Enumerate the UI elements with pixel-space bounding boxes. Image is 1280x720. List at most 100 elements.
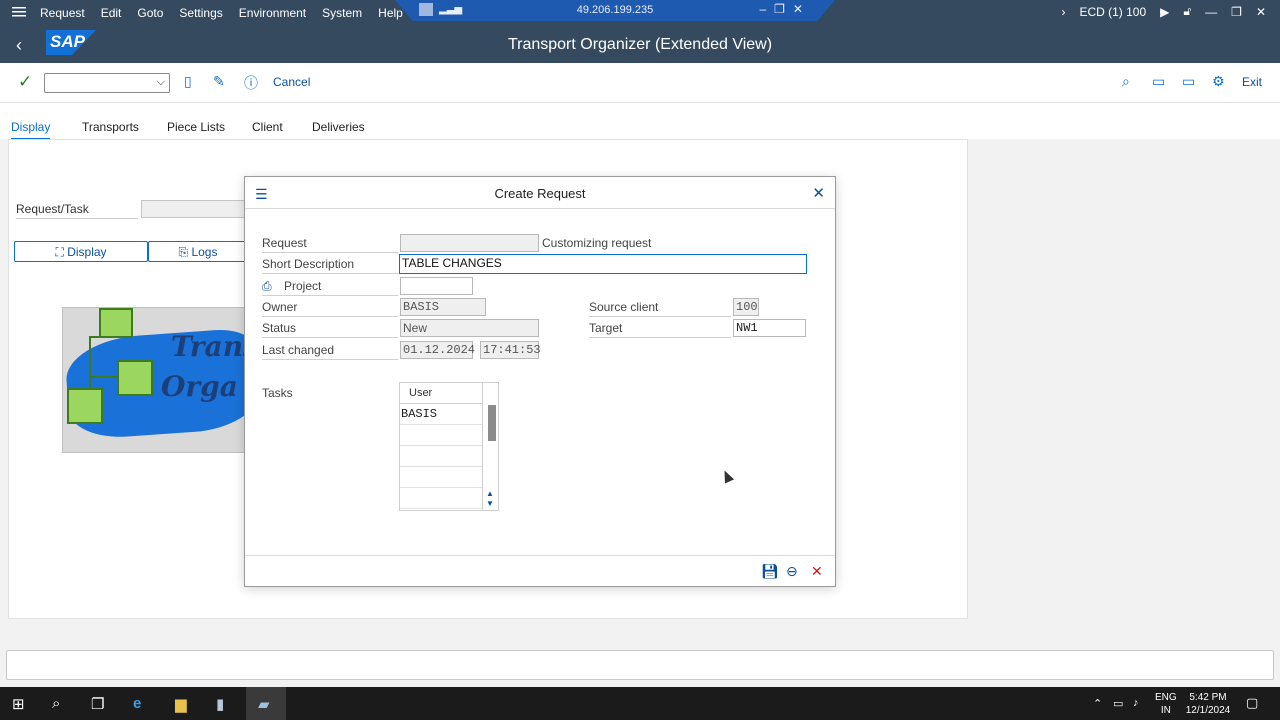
logs-button[interactable]: ⎘ Logs: [148, 241, 248, 262]
volume-icon[interactable]: ♪: [1133, 697, 1139, 709]
last-changed-date-field: 01.12.2024: [400, 341, 475, 359]
minimize-icon[interactable]: —: [1205, 5, 1217, 19]
cancel-x-icon[interactable]: ✕: [811, 563, 823, 580]
label-underline: [262, 359, 398, 360]
chevron-right-icon[interactable]: ›: [1061, 5, 1065, 19]
table-row[interactable]: BASIS: [400, 404, 484, 425]
project-input[interactable]: [400, 277, 473, 295]
network-icon[interactable]: ▭: [1113, 697, 1123, 710]
language-indicator[interactable]: ENG IN: [1155, 691, 1177, 717]
table-row[interactable]: [400, 488, 484, 509]
last-changed-label: Last changed: [262, 343, 335, 357]
region-code: IN: [1160, 705, 1171, 716]
dialog-footer-divider: [245, 555, 835, 556]
cancel-button[interactable]: Cancel: [273, 75, 310, 89]
file-explorer-icon[interactable]: ▆: [175, 695, 187, 713]
tools-icon[interactable]: ✎: [213, 73, 225, 90]
active-app-sap-gui[interactable]: ▰: [246, 687, 286, 720]
task-view-icon[interactable]: ❐: [91, 695, 104, 713]
tab-strip: Display Transports Piece Lists Client De…: [0, 103, 1280, 140]
windows-start-icon[interactable]: ⊞: [12, 695, 25, 713]
image-line: [89, 376, 119, 378]
request-number-field: [400, 234, 539, 252]
tab-display[interactable]: Display: [11, 120, 51, 140]
tasks-scrollbar[interactable]: ▲ ▼: [482, 383, 498, 510]
exit-button[interactable]: Exit: [1242, 75, 1262, 89]
play-icon[interactable]: ▶: [1160, 5, 1169, 19]
internet-explorer-icon[interactable]: e: [133, 695, 141, 712]
save-icon[interactable]: 💾︎: [761, 563, 779, 580]
settings-icon[interactable]: ⚙: [1212, 73, 1225, 90]
table-row[interactable]: [400, 467, 484, 488]
sap-logon-icon[interactable]: ▮: [216, 695, 224, 713]
close-icon[interactable]: ✕: [812, 184, 825, 202]
menu-system[interactable]: System: [322, 6, 362, 20]
tab-transports[interactable]: Transports: [82, 120, 139, 134]
tab-deliveries[interactable]: Deliveries: [312, 120, 365, 134]
scroll-up-icon[interactable]: ▲: [486, 489, 494, 498]
menu-bar: Request Edit Goto Settings Environment S…: [0, 0, 1280, 25]
dialog-header: ☰ Create Request ✕: [245, 177, 835, 209]
window-icon[interactable]: ▭: [1152, 73, 1165, 90]
maximize-icon[interactable]: ❐: [1231, 5, 1242, 19]
target-label: Target: [589, 321, 623, 335]
scrollbar-thumb[interactable]: [488, 405, 496, 441]
image-box: [117, 360, 153, 396]
logs-button-label: Logs: [191, 245, 218, 259]
label-underline: [589, 316, 731, 317]
hamburger-menu-icon[interactable]: [12, 5, 26, 19]
session-info: ECD (1) 100: [1079, 4, 1147, 19]
tasks-column-header-user[interactable]: User: [400, 383, 484, 404]
project-icon[interactable]: ⎙: [262, 279, 272, 294]
menu-request[interactable]: Request: [40, 6, 85, 20]
chevron-down-icon[interactable]: ⌵: [157, 76, 165, 89]
label-underline: [262, 337, 398, 338]
command-field[interactable]: ⌵: [44, 73, 170, 93]
tab-client[interactable]: Client: [252, 120, 283, 134]
new-window-icon[interactable]: ▭: [1182, 73, 1195, 90]
log-icon: ⎘: [178, 245, 189, 259]
page-title: Transport Organizer (Extended View): [507, 36, 773, 53]
info-icon[interactable]: ⓘ: [244, 73, 258, 93]
target-input[interactable]: NW1: [733, 319, 806, 337]
search-icon[interactable]: ⌕: [1122, 73, 1130, 90]
scroll-down-icon[interactable]: ▼: [486, 499, 494, 508]
create-request-dialog: ☰ Create Request ✕ 💾︎ ⊖ ✕: [244, 176, 836, 587]
table-row[interactable]: [400, 446, 484, 467]
menu-help[interactable]: Help: [378, 6, 403, 20]
tray-chevron-icon[interactable]: ⌃: [1093, 697, 1102, 710]
menu-goto[interactable]: Goto: [137, 6, 163, 20]
search-icon[interactable]: ⌕: [52, 695, 60, 712]
tab-piece-lists[interactable]: Piece Lists: [167, 120, 225, 134]
label-underline: [589, 337, 731, 338]
label-underline: [262, 252, 398, 253]
short-description-input[interactable]: TABLE CHANGES: [399, 254, 807, 274]
image-line: [89, 336, 91, 390]
status-bar: [6, 650, 1274, 680]
hierarchy-icon: ⛶: [55, 245, 64, 259]
request-task-input[interactable]: [141, 200, 251, 218]
enter-check-icon[interactable]: ✓: [18, 72, 32, 92]
new-document-icon[interactable]: ▯: [184, 73, 192, 90]
title-bar: ‹ SAP Transport Organizer (Extended View…: [0, 25, 1280, 63]
tasks-table: User BASIS ▲ ▼: [399, 382, 499, 511]
menu-edit[interactable]: Edit: [101, 6, 122, 20]
remote-desktop-bar: ▂▃▅ 49.206.199.235 –❐✕: [395, 0, 835, 21]
table-row[interactable]: [400, 425, 484, 446]
last-changed-time-field: 17:41:53: [480, 341, 541, 359]
menu-settings[interactable]: Settings: [179, 6, 222, 20]
notification-icon[interactable]: ▢: [1246, 695, 1258, 711]
application-toolbar: ✓ ⌵ ▯ ✎ ⓘ Cancel ⌕ ▭ ▭ ⚙ Exit: [0, 63, 1280, 103]
minus-circle-icon[interactable]: ⊖: [786, 563, 798, 580]
windows-taskbar: ⊞ ⌕ ❐ e ▆ ▮ ▰ ⌃ ▭ ♪ ENG IN 5:42 PM 12/1/…: [0, 687, 1280, 720]
menu-environment[interactable]: Environment: [239, 6, 306, 20]
display-button[interactable]: ⛶ Display: [14, 241, 148, 262]
system-clock[interactable]: 5:42 PM 12/1/2024: [1185, 691, 1231, 717]
close-window-icon[interactable]: ✕: [1256, 5, 1266, 19]
clock-time: 5:42 PM: [1189, 692, 1227, 703]
image-line: [89, 336, 109, 338]
rdp-window-controls[interactable]: –❐✕: [760, 2, 812, 16]
lock-icon[interactable]: 🔓︎: [1183, 4, 1191, 19]
short-description-label: Short Description: [262, 257, 355, 271]
project-label: Project: [284, 279, 322, 293]
